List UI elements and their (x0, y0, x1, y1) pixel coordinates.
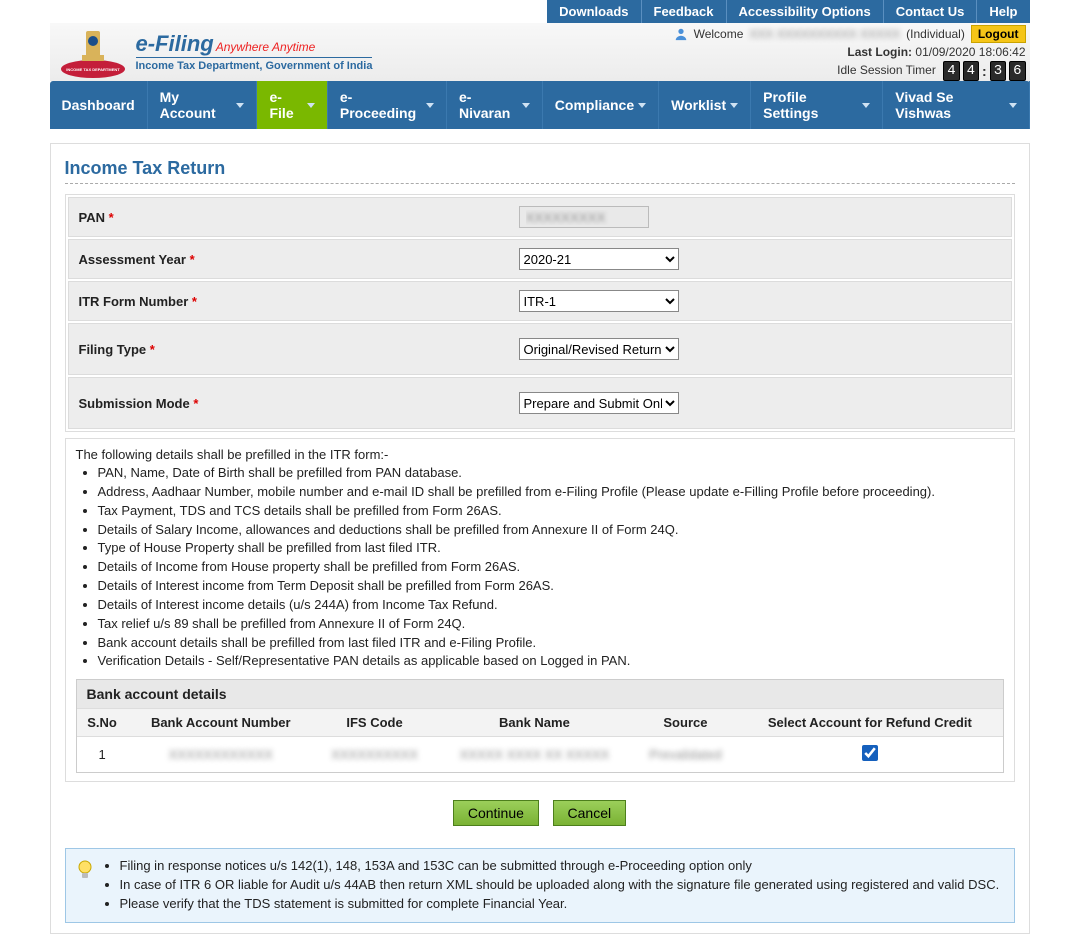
info-item: Tax Payment, TDS and TCS details shall b… (98, 502, 1004, 521)
util-link-accessibility-options[interactable]: Accessibility Options (727, 0, 884, 23)
refund-account-checkbox[interactable] (862, 745, 878, 761)
user-box: Welcome XXX XXXXXXXXXX XXXXX (Individual… (674, 23, 1030, 81)
util-link-feedback[interactable]: Feedback (642, 0, 727, 23)
idle-timer: 4 4 : 3 6 (943, 61, 1025, 81)
chevron-down-icon (307, 103, 315, 108)
info-item: PAN, Name, Date of Birth shall be prefil… (98, 464, 1004, 483)
bank-table: S.NoBank Account NumberIFS CodeBank Name… (77, 708, 1003, 772)
nav-dashboard[interactable]: Dashboard (50, 81, 148, 129)
chevron-down-icon (862, 103, 870, 108)
info-item: Details of Interest income details (u/s … (98, 596, 1004, 615)
chevron-down-icon (426, 103, 434, 108)
utility-bar: DownloadsFeedbackAccessibility OptionsCo… (547, 0, 1029, 23)
info-item: Details of Interest income from Term Dep… (98, 577, 1004, 596)
bank-col: S.No (77, 709, 128, 737)
row-ay: Assessment Year * 2020-21 (68, 239, 1012, 279)
brand-subtitle: Income Tax Department, Government of Ind… (136, 57, 373, 72)
table-row: 1XXXXXXXXXXXXXXXXXXXXXXXXXXX XXXX XX XXX… (77, 737, 1003, 773)
info-item: Details of Salary Income, allowances and… (98, 521, 1004, 540)
brand-title: e-FilingAnywhere Anytime (136, 33, 373, 55)
info-item: Tax relief u/s 89 shall be prefilled fro… (98, 615, 1004, 634)
util-link-contact-us[interactable]: Contact Us (884, 0, 978, 23)
chevron-down-icon (1009, 103, 1017, 108)
pan-input[interactable] (519, 206, 649, 228)
tips-box: Filing in response notices u/s 142(1), 1… (65, 848, 1015, 923)
idle-timer-label: Idle Session Timer (837, 63, 936, 77)
continue-button[interactable]: Continue (453, 800, 539, 826)
util-link-help[interactable]: Help (977, 0, 1029, 23)
action-bar: Continue Cancel (65, 782, 1015, 838)
main-nav: DashboardMy Accounte-Filee-Proceedinge-N… (50, 81, 1030, 129)
tip-item: Please verify that the TDS statement is … (120, 895, 1000, 914)
row-mode: Submission Mode * Prepare and Submit Onl… (68, 377, 1012, 429)
ay-select[interactable]: 2020-21 (519, 248, 679, 270)
util-link-downloads[interactable]: Downloads (547, 0, 641, 23)
bulb-icon (76, 859, 94, 881)
emblem-logo: INCOME TAX DEPARTMENT (58, 25, 128, 79)
row-itr: ITR Form Number * ITR-1 (68, 281, 1012, 321)
svg-text:INCOME TAX DEPARTMENT: INCOME TAX DEPARTMENT (66, 67, 120, 72)
chevron-down-icon (236, 103, 244, 108)
cancel-button[interactable]: Cancel (553, 800, 627, 826)
nav-e-proceeding[interactable]: e-Proceeding (328, 81, 447, 129)
page-title: Income Tax Return (65, 158, 1015, 184)
info-item: Address, Aadhaar Number, mobile number a… (98, 483, 1004, 502)
nav-worklist[interactable]: Worklist (659, 81, 751, 129)
bank-col: Bank Name (435, 709, 633, 737)
last-login-value: 01/09/2020 18:06:42 (915, 45, 1025, 59)
header: INCOME TAX DEPARTMENT e-FilingAnywhere A… (50, 23, 1030, 81)
info-item: Type of House Property shall be prefille… (98, 539, 1004, 558)
user-icon (674, 27, 688, 41)
tips-list: Filing in response notices u/s 142(1), 1… (102, 857, 1000, 914)
last-login-label: Last Login: (847, 45, 912, 59)
row-filing: Filing Type * Original/Revised Return (68, 323, 1012, 375)
nav-compliance[interactable]: Compliance (543, 81, 659, 129)
tip-item: In case of ITR 6 OR liable for Audit u/s… (120, 876, 1000, 895)
info-block: The following details shall be prefilled… (65, 438, 1015, 782)
welcome-label: Welcome (694, 27, 744, 41)
bank-col: Source (634, 709, 738, 737)
info-list: PAN, Name, Date of Birth shall be prefil… (76, 464, 1004, 671)
nav-e-nivaran[interactable]: e-Nivaran (447, 81, 543, 129)
bank-col: Bank Account Number (128, 709, 314, 737)
itr-select[interactable]: ITR-1 (519, 290, 679, 312)
user-name: XXX XXXXXXXXXX XXXXX (749, 27, 900, 41)
filing-select[interactable]: Original/Revised Return (519, 338, 679, 360)
bank-col: Select Account for Refund Credit (737, 709, 1002, 737)
chevron-down-icon (730, 103, 738, 108)
bank-table-wrap: Bank account details S.NoBank Account Nu… (76, 679, 1004, 773)
chevron-down-icon (522, 103, 530, 108)
info-item: Details of Income from House property sh… (98, 558, 1004, 577)
tip-item: Filing in response notices u/s 142(1), 1… (120, 857, 1000, 876)
user-role: (Individual) (906, 27, 965, 41)
mode-select[interactable]: Prepare and Submit Online (519, 392, 679, 414)
content-card: Income Tax Return PAN * Assessment Year … (50, 143, 1030, 934)
info-item: Verification Details - Self/Representati… (98, 652, 1004, 671)
form-block: PAN * Assessment Year * 2020-21 ITR Form… (65, 194, 1015, 432)
row-pan: PAN * (68, 197, 1012, 237)
nav-my-account[interactable]: My Account (148, 81, 258, 129)
nav-e-file[interactable]: e-File (257, 81, 327, 129)
info-intro: The following details shall be prefilled… (76, 447, 1004, 462)
bank-col: IFS Code (314, 709, 435, 737)
nav-vivad-se-vishwas[interactable]: Vivad Se Vishwas (883, 81, 1029, 129)
chevron-down-icon (638, 103, 646, 108)
bank-heading: Bank account details (77, 680, 1003, 708)
nav-profile-settings[interactable]: Profile Settings (751, 81, 883, 129)
logout-button[interactable]: Logout (971, 25, 1026, 43)
info-item: Bank account details shall be prefilled … (98, 634, 1004, 653)
